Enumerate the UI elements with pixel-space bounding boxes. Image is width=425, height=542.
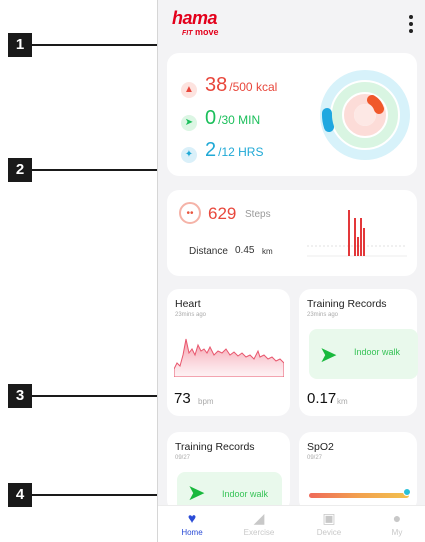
training-subtitle: 23mins ago (307, 312, 339, 318)
activity-summary-card[interactable]: ▲ 38 /500 kcal ➤ 0 /30 MIN ✦ 2 /12 HRS (167, 53, 417, 176)
more-vertical-icon[interactable] (408, 15, 414, 35)
exercise-value: 0 (205, 107, 217, 129)
training-activity-box: ➤ Indoor walk (309, 329, 418, 379)
watch-icon: ▣ (322, 510, 336, 526)
walking-icon: ➤ (187, 480, 206, 505)
stand-value: 2 (205, 139, 217, 161)
training2-subtitle: 09/27 (175, 455, 191, 461)
exercise-row: ➤ 0 /30 MIN (181, 107, 261, 131)
training-unit: km (337, 397, 348, 406)
heart-rate-area (174, 338, 284, 377)
calories-row: ▲ 38 /500 kcal (181, 74, 278, 98)
training2-activity: Indoor walk (222, 489, 269, 499)
steps-unit: Steps (245, 209, 271, 220)
training-records-card[interactable]: Training Records 23mins ago ➤ Indoor wal… (299, 289, 418, 416)
heart-title: Heart (175, 298, 201, 310)
heart-subtitle: 23mins ago (175, 312, 207, 318)
exercise-goal: /30 MIN (218, 113, 261, 127)
callout-4-line (32, 494, 170, 496)
callout-2: 2 (8, 158, 32, 182)
steps-bar-chart (307, 210, 407, 257)
nav-exercise-label: Exercise (243, 528, 275, 537)
calories-goal: /500 kcal (229, 80, 278, 94)
flame-icon: ▲ (181, 81, 197, 98)
nav-device[interactable]: ▣ Device (299, 510, 359, 537)
hama-logo: hama FIT move (172, 9, 219, 39)
nav-my[interactable]: ● My (367, 510, 425, 537)
logo-move: move (195, 27, 219, 37)
logo-subline: FIT move (182, 27, 219, 39)
heart-rate-card[interactable]: Heart 23mins ago 73 bpm (167, 289, 290, 416)
nav-home-label: Home (181, 528, 203, 537)
training-value: 0.17 (307, 390, 337, 407)
spo2-range-bar (309, 493, 409, 498)
steps-bar (348, 210, 350, 256)
distance-unit: km (262, 247, 273, 256)
footprints-icon: •• (179, 202, 201, 224)
callout-2-line (32, 169, 172, 171)
spo2-card[interactable]: SpO2 09/27 (299, 432, 417, 512)
stand-ring-progress (321, 108, 334, 132)
walking-icon: ✦ (181, 146, 197, 163)
steps-bar (357, 237, 359, 256)
person-icon: ● (392, 510, 402, 526)
steps-bar (354, 218, 356, 256)
stand-row: ✦ 2 /12 HRS (181, 139, 264, 163)
distance-label: Distance (189, 246, 228, 257)
spo2-marker (403, 488, 411, 496)
training-title: Training Records (307, 298, 387, 310)
nav-home[interactable]: ♥ Home (162, 510, 222, 537)
heart-unit: bpm (198, 397, 214, 406)
heart-rate-graph (174, 338, 284, 377)
activity-rings (320, 70, 410, 160)
nav-my-label: My (391, 528, 403, 537)
stand-goal: /12 HRS (218, 145, 264, 159)
nav-device-label: Device (316, 528, 342, 537)
spo2-subtitle: 09/27 (307, 455, 323, 461)
training-records-card-2[interactable]: Training Records 09/27 ➤ Indoor walk (167, 432, 290, 512)
steps-bar (360, 218, 362, 256)
top-bar: hama FIT move (158, 0, 425, 48)
nav-exercise[interactable]: ◢ Exercise (229, 510, 289, 537)
calories-ring-progress (367, 95, 384, 114)
steps-value: 629 (208, 204, 237, 223)
walking-icon: ➤ (319, 342, 338, 367)
spo2-title: SpO2 (307, 441, 334, 453)
app-screen: hama FIT move ▲ 38 /500 kcal ➤ 0 /30 MIN… (157, 0, 425, 542)
annotated-screenshot: 1 2 3 4 hama FIT move ▲ 38 /500 kcal ➤ 0 (0, 0, 425, 542)
steps-bar (363, 228, 365, 256)
distance-value: 0.45 (235, 245, 255, 256)
callout-3: 3 (8, 384, 32, 408)
callout-1-line (32, 44, 168, 46)
callout-1: 1 (8, 33, 32, 57)
steps-card[interactable]: •• 629 Steps Distance 0.45 km (167, 190, 417, 276)
logo-fit: FIT (182, 30, 193, 37)
callout-4: 4 (8, 483, 32, 507)
logo-wordmark: hama (172, 8, 218, 28)
heart-value: 73 (174, 390, 191, 407)
training2-title: Training Records (175, 441, 255, 453)
bottom-navigation: ♥ Home ◢ Exercise ▣ Device ● My (158, 505, 425, 542)
calories-value: 38 (205, 74, 228, 96)
training-activity: Indoor walk (354, 347, 401, 357)
running-icon: ➤ (181, 114, 197, 131)
heart-icon: ♥ (187, 510, 197, 526)
shoe-icon: ◢ (253, 510, 265, 526)
